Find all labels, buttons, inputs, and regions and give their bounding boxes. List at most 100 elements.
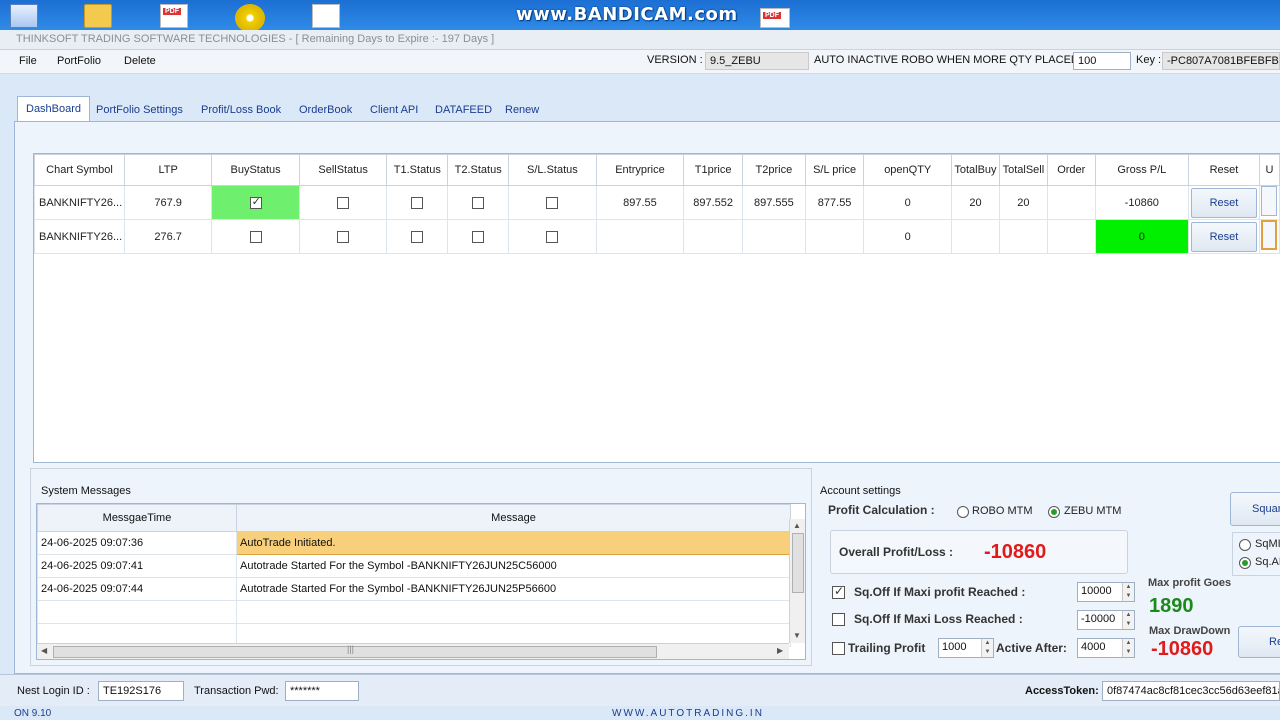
menu-file[interactable]: File: [19, 55, 37, 67]
table-row[interactable]: BANKNIFTY26... 767.9 897.55 897.552 897.…: [34, 185, 1280, 220]
row-action-button[interactable]: [1261, 220, 1278, 250]
col-t2price[interactable]: T2price: [742, 154, 806, 186]
reset-account-button[interactable]: Re: [1238, 626, 1280, 658]
folder-icon[interactable]: [84, 4, 112, 28]
col-openqty[interactable]: openQTY: [863, 154, 952, 186]
stepper-arrows-icon[interactable]: ▲ ▼: [1122, 611, 1134, 629]
version-label: VERSION :: [647, 54, 703, 66]
col-sellstatus[interactable]: SellStatus: [298, 154, 388, 186]
t2status-checkbox[interactable]: [472, 196, 485, 209]
pdf-icon[interactable]: PDF: [160, 4, 188, 28]
trailing-profit-value[interactable]: 1000: [942, 641, 966, 653]
square-off-button[interactable]: Squar: [1230, 492, 1280, 526]
col-gross-pl[interactable]: Gross P/L: [1094, 154, 1189, 186]
monitor-icon[interactable]: [10, 4, 38, 28]
row-action-button[interactable]: [1261, 186, 1278, 216]
stepper-arrows-icon[interactable]: ▲ ▼: [1122, 583, 1134, 601]
trailing-profit-checkbox[interactable]: [832, 642, 845, 655]
active-after-value[interactable]: 4000: [1081, 641, 1105, 653]
scroll-right-icon[interactable]: ▶: [777, 646, 783, 655]
col-totalsell[interactable]: TotalSell: [998, 154, 1048, 186]
document-icon[interactable]: [312, 4, 340, 28]
scroll-left-icon[interactable]: ◀: [41, 646, 47, 655]
sellstatus-checkbox[interactable]: [337, 196, 350, 209]
messages-vertical-scrollbar[interactable]: ▲ ▼: [789, 519, 805, 643]
col-entryprice[interactable]: Entryprice: [595, 154, 685, 186]
tab-profit-loss-book[interactable]: Profit/Loss Book: [193, 98, 289, 122]
table-row[interactable]: BANKNIFTY26... 276.7 0 0 Reset: [34, 219, 1280, 254]
col-reset[interactable]: Reset: [1187, 154, 1260, 186]
buystatus-checkbox[interactable]: [249, 230, 262, 243]
t1status-checkbox[interactable]: [411, 230, 424, 243]
col-slstatus[interactable]: S/L.Status: [508, 154, 597, 186]
list-item[interactable]: 24-06-2025 09:07:36 AutoTrade Initiated.: [37, 531, 791, 555]
disc-icon[interactable]: [235, 4, 265, 32]
col-t1price[interactable]: T1price: [683, 154, 744, 186]
max-loss-stepper[interactable]: -10000 ▲ ▼: [1077, 610, 1135, 630]
max-profit-value[interactable]: 10000: [1081, 585, 1112, 597]
tab-renew[interactable]: Renew: [497, 98, 547, 122]
zebu-mtm-label[interactable]: ZEBU MTM: [1064, 505, 1121, 517]
tab-portfolio-settings[interactable]: PortFolio Settings: [88, 98, 191, 122]
sqoff-max-profit-checkbox[interactable]: [832, 584, 845, 599]
tab-dashboard[interactable]: DashBoard: [17, 96, 91, 122]
sq-mi-label[interactable]: SqMI: [1255, 538, 1280, 550]
col-chart-symbol[interactable]: Chart Symbol: [34, 154, 125, 186]
list-item[interactable]: [37, 600, 791, 624]
list-item[interactable]: 24-06-2025 09:07:41 Autotrade Started Fo…: [37, 554, 791, 578]
menu-portfolio[interactable]: PortFolio: [57, 55, 101, 67]
cell-totalbuy: 20: [951, 185, 1000, 220]
tab-datafeed[interactable]: DATAFEED: [427, 98, 500, 122]
messages-horizontal-scrollbar[interactable]: ◀ ||| ▶: [37, 643, 789, 659]
scroll-thumb[interactable]: [53, 646, 657, 658]
sq-mi-radio[interactable]: [1239, 539, 1251, 551]
col-t1status[interactable]: T1.Status: [386, 154, 449, 186]
col-message[interactable]: Message: [236, 504, 791, 532]
reset-button[interactable]: Reset: [1190, 187, 1257, 218]
reset-button[interactable]: Reset: [1190, 221, 1257, 252]
sq-all-label[interactable]: Sq.AL: [1255, 556, 1280, 568]
cell-symbol[interactable]: BANKNIFTY26...: [34, 219, 125, 254]
transaction-pwd-input[interactable]: *******: [285, 681, 359, 701]
tab-orderbook[interactable]: OrderBook: [291, 98, 360, 122]
sq-all-radio[interactable]: [1239, 557, 1251, 569]
t1status-checkbox[interactable]: [411, 196, 424, 209]
nest-login-input[interactable]: TE192S176: [98, 681, 184, 701]
active-after-stepper[interactable]: 4000 ▲ ▼: [1077, 638, 1135, 658]
col-order[interactable]: Order: [1046, 154, 1096, 186]
list-item[interactable]: 24-06-2025 09:07:44 Autotrade Started Fo…: [37, 577, 791, 601]
col-extra[interactable]: U: [1258, 154, 1280, 186]
tab-client-api[interactable]: Client API: [362, 98, 426, 122]
col-ltp[interactable]: LTP: [123, 154, 213, 186]
stepper-arrows-icon[interactable]: ▲ ▼: [1122, 639, 1134, 657]
trailing-profit-stepper[interactable]: 1000 ▲ ▼: [938, 638, 994, 658]
scroll-thumb[interactable]: [792, 533, 804, 593]
col-t2status[interactable]: T2.Status: [447, 154, 510, 186]
slstatus-checkbox[interactable]: [546, 196, 559, 209]
buystatus-checkbox[interactable]: [249, 195, 262, 209]
sellstatus-checkbox[interactable]: [337, 230, 350, 243]
robo-mtm-label[interactable]: ROBO MTM: [972, 505, 1033, 517]
col-slprice[interactable]: S/L price: [804, 154, 865, 186]
sqoff-max-loss-checkbox[interactable]: [832, 613, 845, 626]
max-loss-value[interactable]: -10000: [1081, 613, 1115, 625]
stepper-arrows-icon[interactable]: ▲ ▼: [981, 639, 993, 657]
scroll-down-icon[interactable]: ▼: [793, 631, 801, 640]
auto-inactive-qty-input[interactable]: 100: [1073, 52, 1131, 70]
overall-pl-label: Overall Profit/Loss :: [839, 545, 954, 559]
max-profit-stepper[interactable]: 10000 ▲ ▼: [1077, 582, 1135, 602]
positions-grid: Chart Symbol LTP BuyStatus SellStatus T1…: [33, 153, 1280, 463]
access-token-input[interactable]: 0f87474ac8cf81cec3cc56d63eef81a: [1102, 681, 1280, 701]
t2status-checkbox[interactable]: [472, 230, 485, 243]
cell-order: [1046, 185, 1096, 220]
menu-delete[interactable]: Delete: [124, 55, 156, 67]
col-message-time[interactable]: MessgaeTime: [37, 504, 237, 532]
robo-mtm-radio[interactable]: [957, 506, 969, 518]
col-buystatus[interactable]: BuyStatus: [211, 154, 300, 186]
scroll-up-icon[interactable]: ▲: [793, 521, 801, 530]
cell-sellstatus: [298, 185, 388, 220]
zebu-mtm-radio[interactable]: [1048, 506, 1060, 518]
slstatus-checkbox[interactable]: [546, 230, 559, 243]
cell-symbol[interactable]: BANKNIFTY26...: [34, 185, 125, 220]
col-totalbuy[interactable]: TotalBuy: [951, 154, 1000, 186]
